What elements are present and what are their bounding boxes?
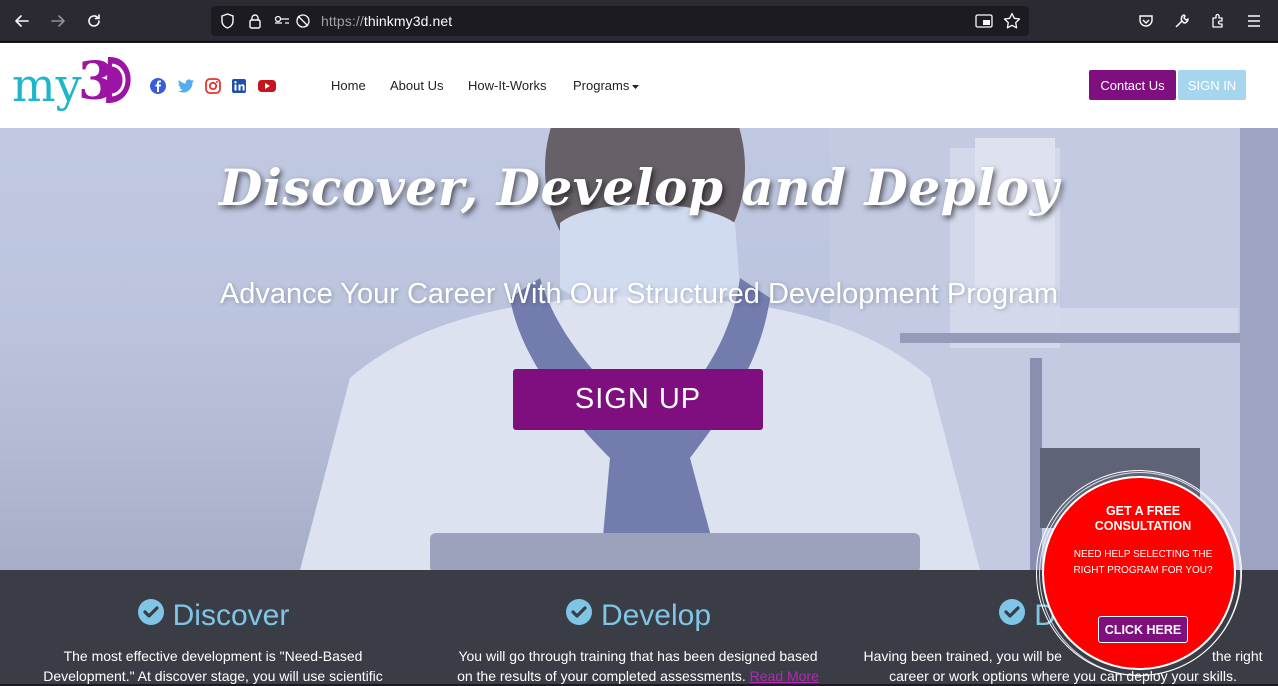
tracking-off-icon[interactable] (294, 12, 312, 30)
feature-text: Development." At discover stage, you wil… (43, 668, 383, 684)
lock-icon[interactable] (246, 12, 264, 30)
click-here-button[interactable]: CLICK HERE (1098, 616, 1188, 643)
nav-programs-label: Programs (573, 78, 630, 93)
consultation-badge[interactable]: GET A FREE CONSULTATION NEED HELP SELECT… (1036, 470, 1242, 676)
wrench-icon[interactable] (1172, 11, 1192, 31)
check-circle-icon (998, 598, 1026, 634)
reload-icon[interactable] (83, 10, 105, 32)
consultation-heading: GET A FREE CONSULTATION (1094, 504, 1192, 533)
bookmark-star-icon[interactable] (1003, 12, 1021, 30)
svg-text:my: my (12, 58, 82, 112)
nav-how-it-works[interactable]: How-It-Works (468, 78, 546, 93)
browser-toolbar: https://thinkmy3d.net (0, 0, 1278, 42)
pocket-icon[interactable] (1136, 11, 1156, 31)
sign-in-button[interactable]: SIGN IN (1178, 70, 1246, 100)
facebook-icon[interactable] (149, 77, 167, 95)
youtube-icon[interactable] (257, 77, 277, 95)
check-circle-icon (565, 598, 593, 634)
sign-up-button[interactable]: SIGN UP (513, 369, 763, 430)
check-circle-icon (137, 598, 165, 634)
feature-title: Develop (600, 599, 712, 632)
extensions-icon[interactable] (1208, 11, 1228, 31)
picture-in-picture-icon[interactable] (975, 12, 993, 30)
forward-icon[interactable] (47, 10, 69, 32)
hero-subtitle: Advance Your Career With Our Structured … (219, 278, 1059, 310)
menu-icon[interactable] (1244, 11, 1264, 31)
feature-text: The most effective development is "Need-… (63, 648, 363, 664)
twitter-icon[interactable] (177, 77, 195, 95)
feature-title: Discover (172, 599, 290, 632)
site-header: my 3 Home About Us How-It-Works Programs… (0, 43, 1278, 128)
caret-down-icon (632, 78, 640, 93)
read-more-link[interactable]: Read More (750, 668, 819, 684)
feature-develop: Develop You will go through training tha… (428, 598, 848, 686)
site-logo[interactable]: my 3 (12, 51, 137, 119)
shield-icon[interactable] (218, 12, 236, 30)
hero-title: Discover, Develop and Deploy (218, 158, 1060, 217)
contact-us-button[interactable]: Contact Us (1089, 70, 1176, 100)
nav-programs-dropdown[interactable]: Programs (573, 78, 640, 93)
url-text: https://thinkmy3d.net (321, 13, 453, 29)
url-bar[interactable]: https://thinkmy3d.net (211, 6, 1029, 36)
consultation-text: NEED HELP SELECTING THE RIGHT PROGRAM FO… (1073, 549, 1213, 576)
back-icon[interactable] (11, 10, 33, 32)
feature-text: on the results of your completed assessm… (457, 668, 746, 684)
linkedin-icon[interactable] (230, 77, 248, 95)
nav-home[interactable]: Home (331, 78, 366, 93)
feature-discover: Discover The most effective development … (3, 598, 423, 686)
instagram-icon[interactable] (204, 77, 222, 95)
permissions-icon[interactable] (273, 12, 291, 30)
feature-text: Having been trained, you will be (863, 648, 1062, 664)
feature-text: You will go through training that has be… (458, 648, 818, 664)
nav-about[interactable]: About Us (390, 78, 443, 93)
